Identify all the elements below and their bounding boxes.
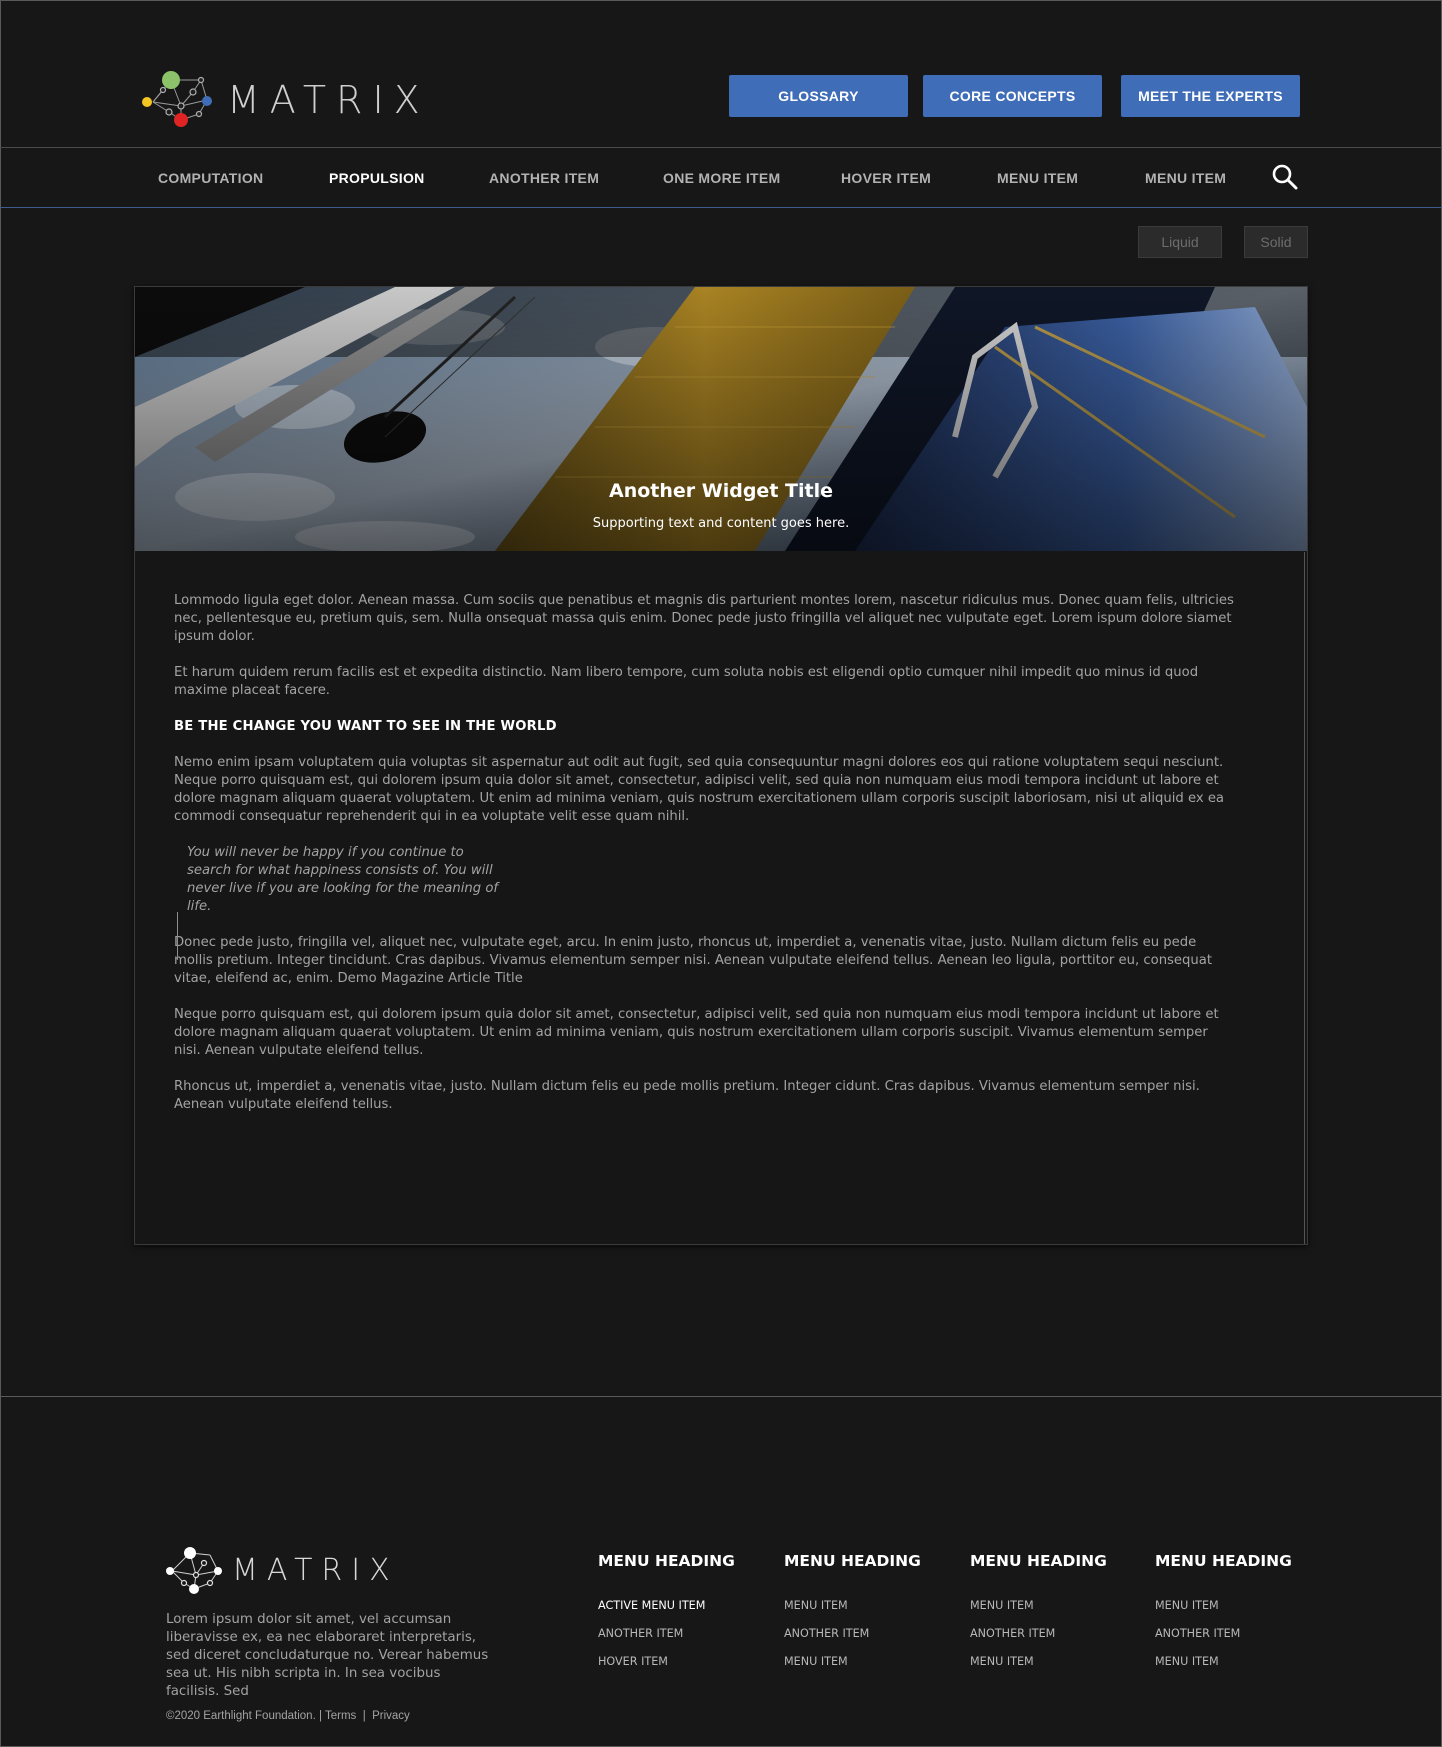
footer-menu-heading: MENU HEADING	[784, 1552, 921, 1570]
legal-separator: |	[362, 1710, 366, 1722]
article-paragraph: Rhoncus ut, imperdiet a, venenatis vitae…	[174, 1079, 1200, 1112]
article-paragraph: Lommodo ligula eget dolor. Aenean massa.…	[174, 593, 1234, 644]
article-body: Lommodo ligula eget dolor. Aenean massa.…	[174, 592, 1234, 1132]
article-paragraph: Donec pede justo, fringilla vel, aliquet…	[174, 935, 1213, 986]
core-concepts-button[interactable]: CORE CONCEPTS	[923, 75, 1102, 117]
footer-description: Lorem ipsum dolor sit amet, vel accumsan…	[166, 1612, 489, 1699]
footer-link[interactable]: MENU ITEM	[784, 1598, 954, 1626]
footer-logo-wordmark: MATRIX	[232, 1553, 399, 1588]
footer-link[interactable]: ANOTHER ITEM	[598, 1626, 768, 1654]
privacy-link[interactable]: Privacy	[372, 1710, 410, 1722]
footer-link[interactable]: MENU ITEM	[970, 1654, 1140, 1682]
matrix-logo[interactable]: MATRIX	[141, 68, 431, 132]
widget-title: Another Widget Title	[609, 480, 833, 502]
legal-separator: |	[318, 1710, 322, 1722]
article-paragraph: Et harum quidem rerum facilis est et exp…	[174, 665, 1199, 698]
footer-legal: ©2020 Earthlight Foundation. | Terms | P…	[166, 1710, 410, 1722]
footer-column-2: MENU HEADING MENU ITEM ANOTHER ITEM MENU…	[784, 1552, 954, 1682]
nav-item-another[interactable]: ANOTHER ITEM	[489, 148, 599, 208]
nav-item-menu-2[interactable]: MENU ITEM	[1145, 148, 1226, 208]
logo-wordmark: MATRIX	[227, 78, 430, 122]
terms-link[interactable]: Terms	[325, 1710, 356, 1722]
main-nav: COMPUTATION PROPULSION ANOTHER ITEM ONE …	[0, 148, 1442, 208]
network-logo-icon	[142, 71, 212, 127]
liquid-toggle-button[interactable]: Liquid	[1138, 226, 1222, 258]
search-icon[interactable]	[1271, 163, 1299, 191]
footer-link[interactable]: MENU ITEM	[1155, 1598, 1325, 1626]
footer-link-active[interactable]: ACTIVE MENU ITEM	[598, 1598, 768, 1626]
nav-item-computation[interactable]: COMPUTATION	[158, 148, 263, 208]
footer-logo[interactable]: MATRIX	[164, 1545, 424, 1599]
nav-item-one-more[interactable]: ONE MORE ITEM	[663, 148, 780, 208]
article-paragraph: Neque porro quisquam est, qui dolorem ip…	[174, 1007, 1219, 1058]
card-edge	[1304, 552, 1305, 1244]
footer-link[interactable]: ANOTHER ITEM	[784, 1626, 954, 1654]
footer-menu-heading: MENU HEADING	[1155, 1552, 1292, 1570]
network-logo-icon	[166, 1547, 222, 1594]
satellite-hero-image	[135, 287, 1307, 551]
footer-link[interactable]: MENU ITEM	[970, 1598, 1140, 1626]
footer-link[interactable]: MENU ITEM	[1155, 1654, 1325, 1682]
meet-the-experts-button[interactable]: MEET THE EXPERTS	[1121, 75, 1300, 117]
footer-column-4: MENU HEADING MENU ITEM ANOTHER ITEM MENU…	[1155, 1552, 1325, 1682]
widget-subtitle: Supporting text and content goes here.	[592, 516, 850, 531]
footer-link[interactable]: MENU ITEM	[784, 1654, 954, 1682]
nav-item-hover[interactable]: HOVER ITEM	[841, 148, 931, 208]
footer-column-3: MENU HEADING MENU ITEM ANOTHER ITEM MENU…	[970, 1552, 1140, 1682]
site-header: MATRIX GLOSSARY CORE CONCEPTS MEET THE E…	[0, 0, 1442, 148]
footer-column-1: MENU HEADING ACTIVE MENU ITEM ANOTHER IT…	[598, 1552, 768, 1682]
copyright-text: ©2020 Earthlight Foundation.	[166, 1710, 316, 1722]
article-quote: You will never be happy if you continue …	[187, 845, 499, 914]
footer-link[interactable]: ANOTHER ITEM	[970, 1626, 1140, 1654]
footer-menu-heading: MENU HEADING	[598, 1552, 735, 1570]
glossary-button[interactable]: GLOSSARY	[729, 75, 908, 117]
article-heading: BE THE CHANGE YOU WANT TO SEE IN THE WOR…	[174, 719, 557, 734]
footer-link[interactable]: ANOTHER ITEM	[1155, 1626, 1325, 1654]
footer-menu-heading: MENU HEADING	[970, 1552, 1107, 1570]
footer-link[interactable]: HOVER ITEM	[598, 1654, 768, 1682]
text-cursor	[177, 912, 178, 960]
solid-toggle-button[interactable]: Solid	[1244, 226, 1308, 258]
hero-banner: Another Widget Title Supporting text and…	[135, 287, 1307, 551]
nav-item-propulsion[interactable]: PROPULSION	[329, 148, 425, 208]
nav-item-menu-1[interactable]: MENU ITEM	[997, 148, 1078, 208]
article-paragraph: Nemo enim ipsam voluptatem quia voluptas…	[174, 755, 1225, 824]
